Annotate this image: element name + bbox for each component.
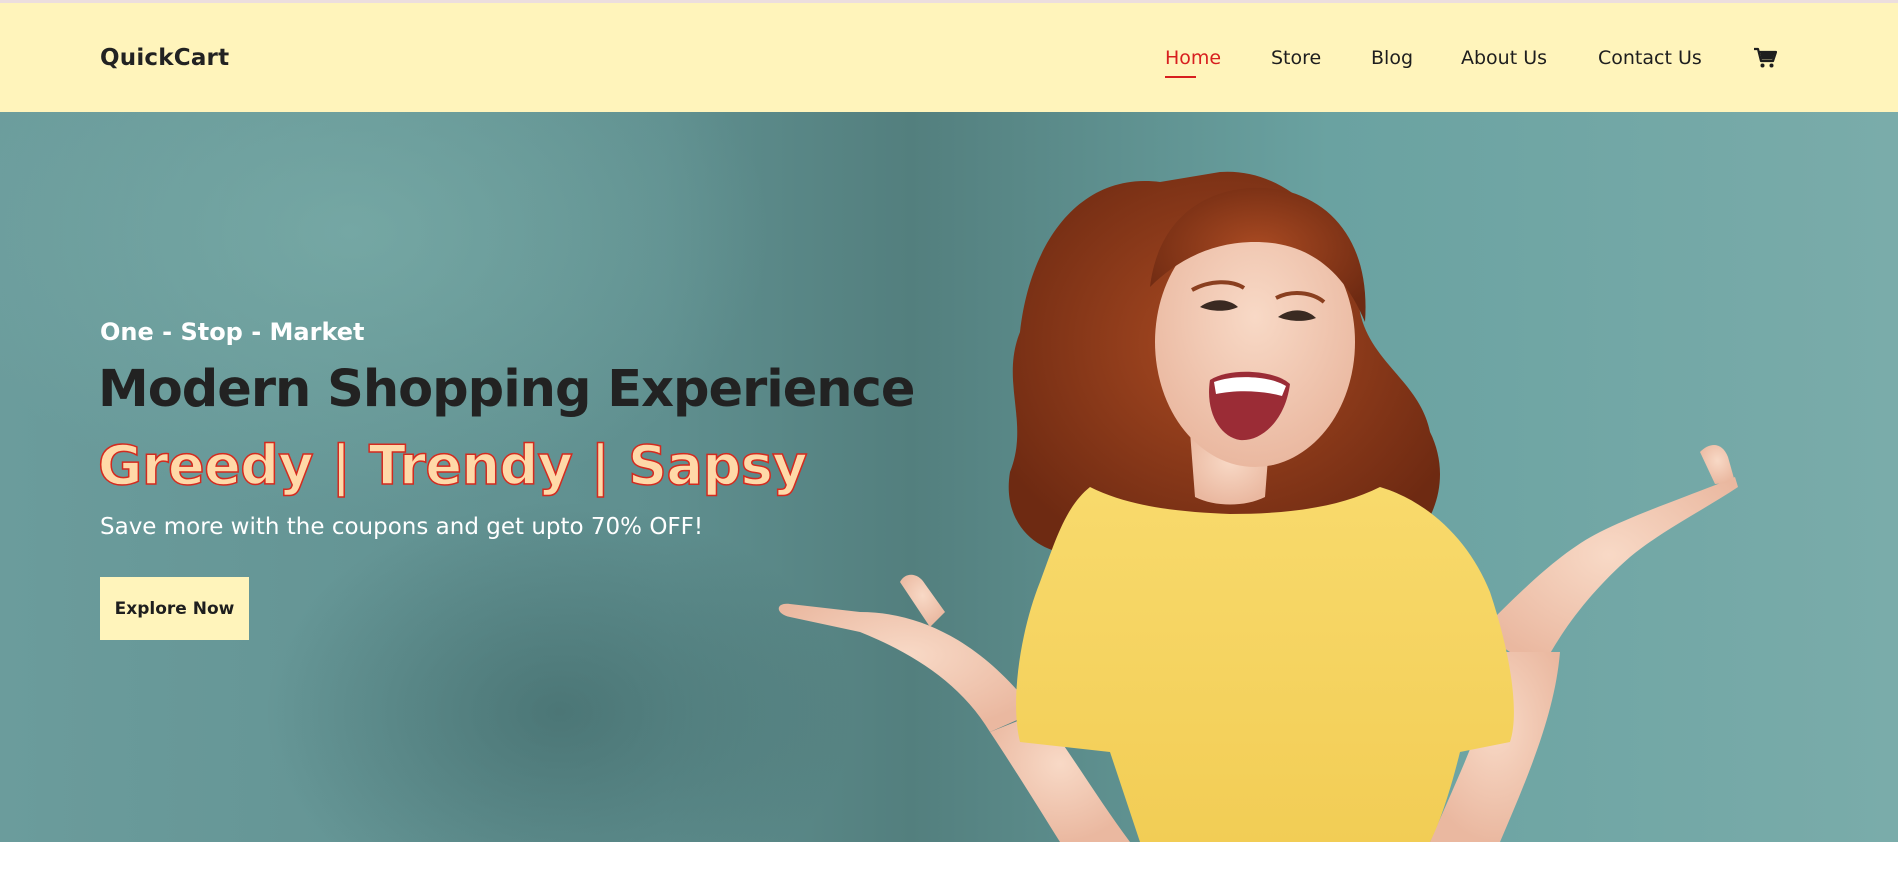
hero-tagline: One - Stop - Market: [100, 318, 365, 346]
hero-headline: Modern Shopping Experience: [98, 360, 915, 419]
navbar: QuickCart Home Store Blog About Us Conta…: [0, 3, 1898, 112]
nav-link-store[interactable]: Store: [1271, 47, 1321, 69]
brand-logo[interactable]: QuickCart: [100, 45, 229, 71]
nav-link-contact-us[interactable]: Contact Us: [1598, 47, 1702, 69]
nav-link-about-us[interactable]: About Us: [1461, 47, 1547, 69]
hero-subtext: Save more with the coupons and get upto …: [100, 514, 704, 540]
nav-link-blog[interactable]: Blog: [1371, 47, 1413, 69]
page-below-fold: [0, 842, 1898, 892]
hero-outline-headline: Greedy | Trendy | Sapsy: [97, 433, 808, 498]
shopping-cart-icon[interactable]: [1753, 47, 1777, 69]
explore-now-button[interactable]: Explore Now: [100, 577, 249, 640]
hero-banner: One - Stop - Market Modern Shopping Expe…: [0, 112, 1898, 842]
nav-link-home[interactable]: Home: [1165, 47, 1221, 78]
